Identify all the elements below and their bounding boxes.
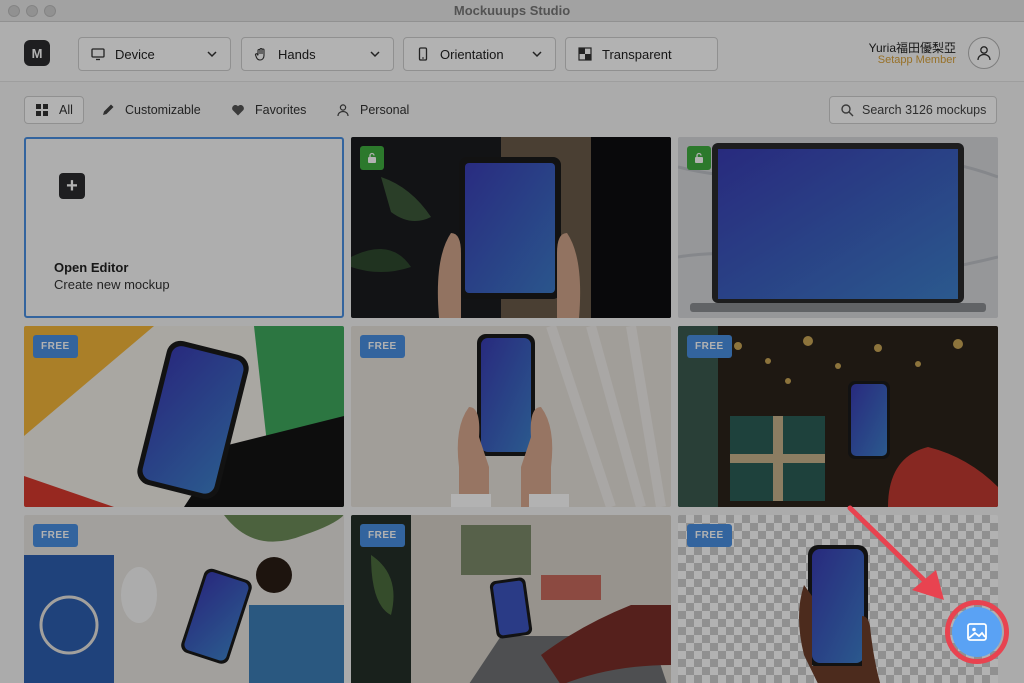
person-icon (337, 104, 349, 117)
device-dropdown-label: Device (115, 46, 155, 62)
monitor-icon (91, 48, 105, 61)
hands-dropdown[interactable]: Hands (241, 37, 394, 71)
mockup-card[interactable]: FREE (351, 326, 671, 507)
tab-personal[interactable]: Personal (336, 96, 409, 124)
chevron-down-icon (532, 51, 542, 58)
transparent-toggle[interactable]: Transparent (565, 37, 718, 71)
tab-personal-label: Personal (360, 103, 410, 117)
plus-icon: + (59, 173, 85, 199)
checkerboard-icon (578, 47, 592, 61)
image-icon (967, 623, 987, 641)
mockup-thumbnail (678, 137, 998, 318)
unlocked-badge (360, 146, 384, 170)
tab-favorites[interactable]: Favorites (231, 96, 306, 124)
pointer-arrow (847, 505, 944, 600)
avatar[interactable] (968, 37, 1000, 69)
pencil-icon (103, 104, 114, 115)
unlocked-badge (687, 146, 711, 170)
membership-label: Setapp Member (877, 54, 956, 66)
filter-bar: All Customizable Favorites Personal Sear… (0, 82, 1024, 134)
window-title: Mockuuups Studio (453, 3, 571, 18)
chevron-down-icon (207, 51, 217, 58)
mockup-card[interactable]: FREE (678, 326, 998, 507)
chevron-down-icon (370, 51, 380, 58)
unlock-icon (695, 152, 703, 163)
open-editor-card[interactable]: + Open Editor Create new mockup (24, 137, 344, 318)
open-editor-subtitle: Create new mockup (54, 277, 170, 292)
free-badge: FREE (360, 524, 405, 547)
tab-customizable[interactable]: Customizable (101, 96, 201, 124)
person-icon (977, 46, 991, 61)
phone-icon (418, 47, 428, 61)
image-upload-button[interactable] (952, 607, 1002, 657)
free-badge: FREE (360, 335, 405, 358)
tab-all[interactable]: All (24, 96, 84, 124)
free-badge: FREE (33, 524, 78, 547)
mockup-card[interactable] (351, 137, 671, 318)
search-placeholder: Search 3126 mockups (862, 103, 987, 117)
tab-favorites-label: Favorites (255, 103, 307, 117)
hand-icon (254, 47, 265, 61)
device-dropdown[interactable]: Device (78, 37, 231, 71)
tab-customizable-label: Customizable (125, 103, 201, 117)
transparent-toggle-label: Transparent (602, 46, 672, 62)
open-editor-title: Open Editor (54, 260, 129, 275)
title-bar: Mockuuups Studio (0, 0, 1024, 22)
orientation-dropdown-label: Orientation (440, 46, 504, 62)
mockup-card[interactable]: FREE (24, 515, 344, 683)
orientation-dropdown[interactable]: Orientation (403, 37, 556, 71)
hands-dropdown-label: Hands (278, 46, 316, 62)
tab-all-label: All (59, 103, 73, 117)
mockup-card[interactable]: FREE (24, 326, 344, 507)
mockup-thumbnail (351, 137, 671, 318)
grid-icon (36, 104, 48, 116)
search-field[interactable]: Search 3126 mockups (829, 96, 997, 124)
free-badge: FREE (687, 524, 732, 547)
toolbar: M Device Hands Orientation Transparent Y… (0, 22, 1024, 82)
free-badge: FREE (687, 335, 732, 358)
heart-icon (232, 105, 244, 116)
mockup-card[interactable]: FREE (351, 515, 671, 683)
app-logo[interactable]: M (24, 40, 50, 66)
free-badge: FREE (33, 335, 78, 358)
mockup-card[interactable] (678, 137, 998, 318)
unlock-icon (368, 152, 376, 163)
search-icon (841, 104, 854, 117)
